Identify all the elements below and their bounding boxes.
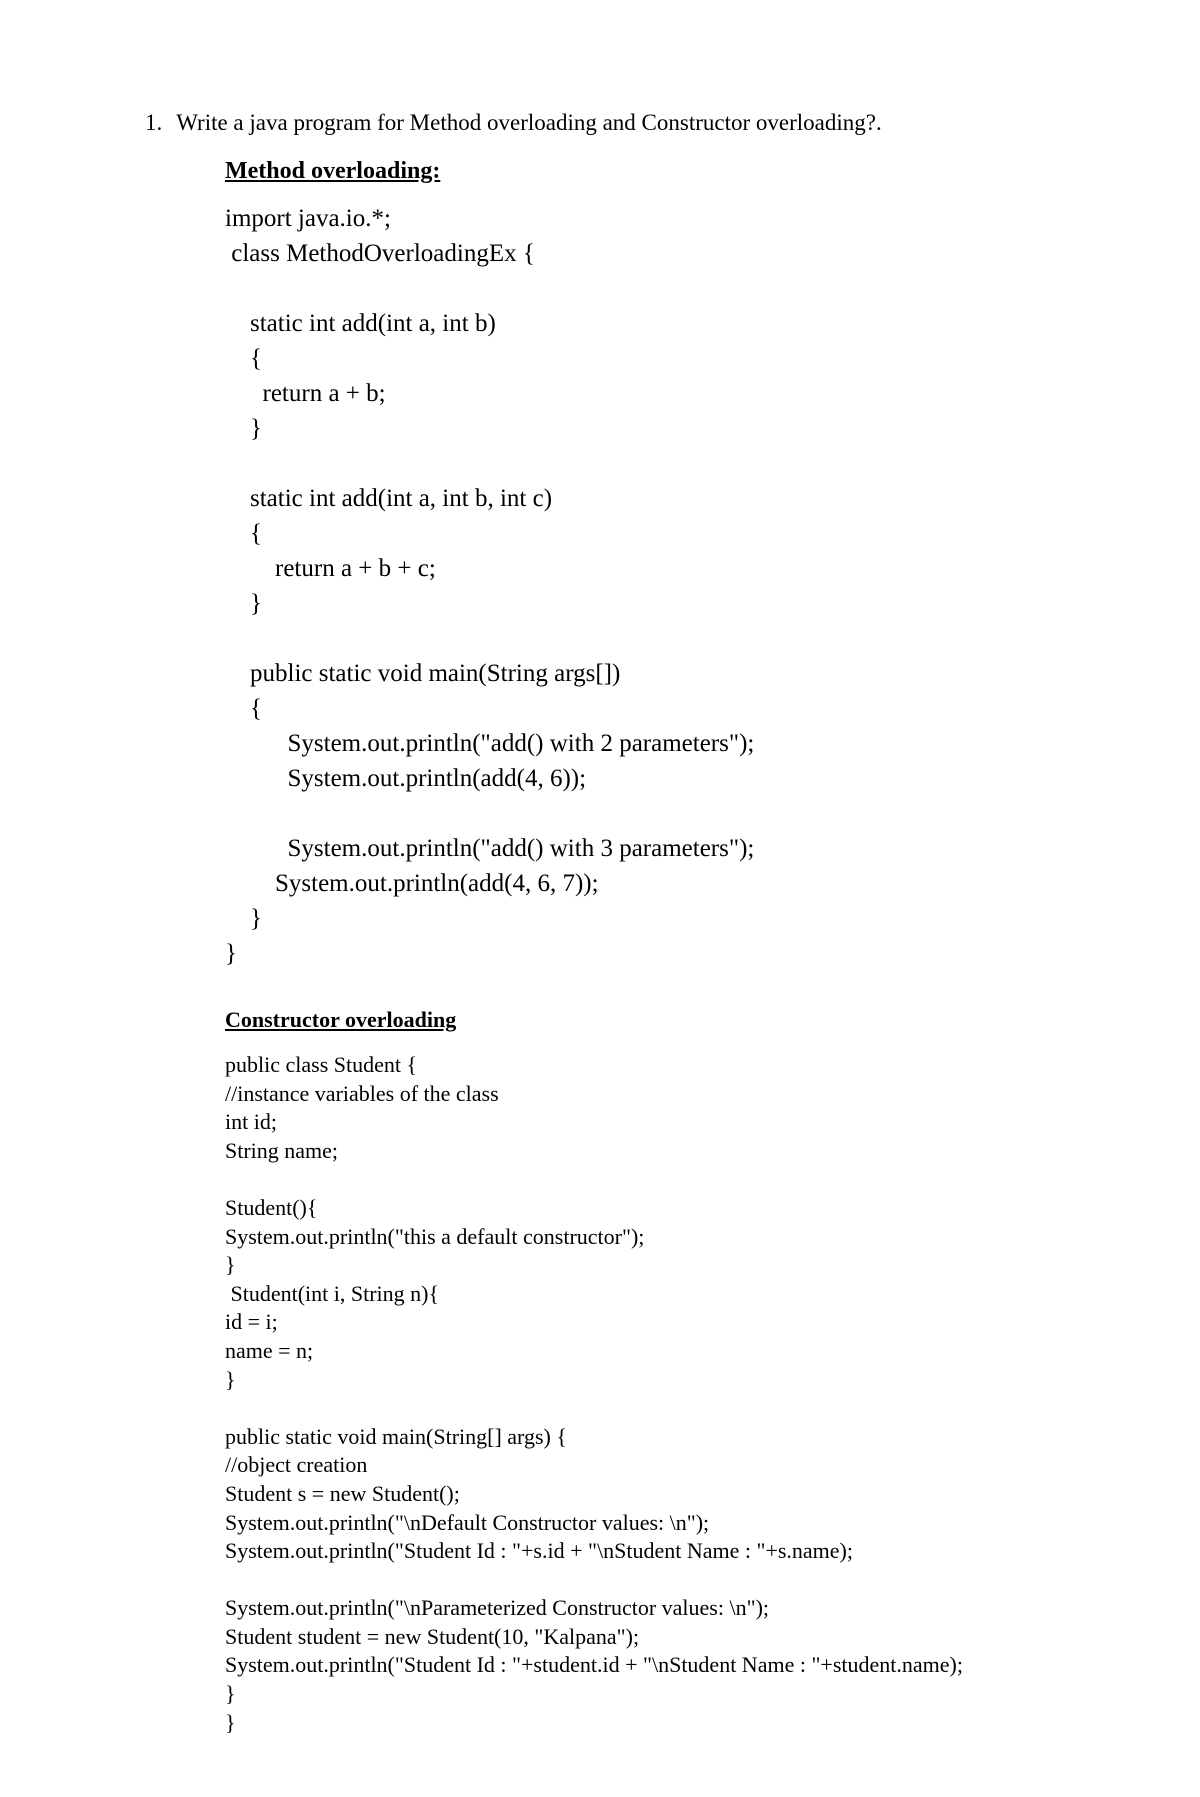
method-overloading-heading: Method overloading: — [225, 158, 1055, 185]
constructor-overloading-section: Constructor overloading public class Stu… — [225, 1007, 1055, 1737]
method-overloading-section: Method overloading: import java.io.*; cl… — [225, 158, 1055, 971]
question-number: 1. — [145, 110, 162, 136]
question-row: 1. Write a java program for Method overl… — [145, 110, 1055, 136]
constructor-overloading-code: public class Student { //instance variab… — [225, 1051, 1055, 1737]
method-overloading-code: import java.io.*; class MethodOverloadin… — [225, 201, 1055, 971]
question-text: Write a java program for Method overload… — [176, 110, 1055, 136]
constructor-overloading-heading: Constructor overloading — [225, 1007, 1055, 1033]
